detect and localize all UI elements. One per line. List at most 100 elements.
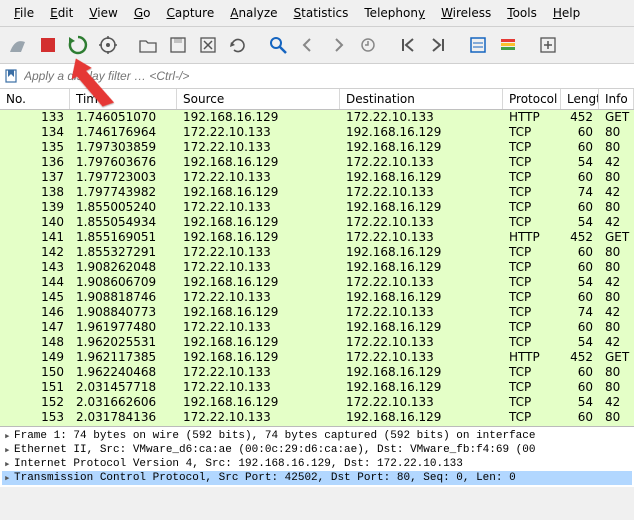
restart-capture-icon[interactable] bbox=[64, 31, 92, 59]
shark-fin-icon[interactable] bbox=[4, 31, 32, 59]
cell-protocol: TCP bbox=[503, 275, 561, 290]
packet-row[interactable]: 1381.797743982192.168.16.129172.22.10.13… bbox=[0, 185, 634, 200]
cell-protocol: HTTP bbox=[503, 230, 561, 245]
open-icon[interactable] bbox=[134, 31, 162, 59]
cell-protocol: TCP bbox=[503, 155, 561, 170]
cell-info: GET bbox=[599, 230, 634, 245]
col-header-no[interactable]: No. bbox=[0, 89, 70, 109]
menu-capture[interactable]: Capture bbox=[158, 4, 222, 22]
auto-scroll-icon[interactable] bbox=[464, 31, 492, 59]
menu-telephony[interactable]: Telephony bbox=[356, 4, 433, 22]
expand-triangle-icon[interactable]: ▸ bbox=[4, 457, 14, 471]
menu-wireless[interactable]: Wireless bbox=[433, 4, 499, 22]
zoom-in-icon[interactable] bbox=[534, 31, 562, 59]
cell-source: 172.22.10.133 bbox=[177, 380, 340, 395]
expand-triangle-icon[interactable]: ▸ bbox=[4, 471, 14, 485]
reload-icon[interactable] bbox=[224, 31, 252, 59]
packet-row[interactable]: 1471.961977480172.22.10.133192.168.16.12… bbox=[0, 320, 634, 335]
cell-time: 1.908818746 bbox=[70, 290, 177, 305]
col-header-info[interactable]: Info bbox=[599, 89, 634, 109]
packet-row[interactable]: 1331.746051070192.168.16.129172.22.10.13… bbox=[0, 110, 634, 125]
cell-info: 80 bbox=[599, 245, 634, 260]
menu-analyze[interactable]: Analyze bbox=[222, 4, 285, 22]
packet-row[interactable]: 1361.797603676192.168.16.129172.22.10.13… bbox=[0, 155, 634, 170]
menu-statistics[interactable]: Statistics bbox=[286, 4, 357, 22]
cell-length: 60 bbox=[561, 170, 599, 185]
cell-no: 150 bbox=[0, 365, 70, 380]
go-back-icon[interactable] bbox=[294, 31, 322, 59]
packet-row[interactable]: 1431.908262048172.22.10.133192.168.16.12… bbox=[0, 260, 634, 275]
cell-length: 74 bbox=[561, 185, 599, 200]
cell-no: 145 bbox=[0, 290, 70, 305]
capture-options-icon[interactable] bbox=[94, 31, 122, 59]
detail-text: Ethernet II, Src: VMware_d6:ca:ae (00:0c… bbox=[14, 444, 536, 456]
packet-list-header: No. Time Source Destination Protocol Len… bbox=[0, 89, 634, 110]
cell-destination: 172.22.10.133 bbox=[340, 395, 503, 410]
cell-source: 172.22.10.133 bbox=[177, 140, 340, 155]
cell-source: 172.22.10.133 bbox=[177, 170, 340, 185]
packet-row[interactable]: 1371.797723003172.22.10.133192.168.16.12… bbox=[0, 170, 634, 185]
packet-row[interactable]: 1491.962117385192.168.16.129172.22.10.13… bbox=[0, 350, 634, 365]
col-header-protocol[interactable]: Protocol bbox=[503, 89, 561, 109]
detail-frame[interactable]: ▸Frame 1: 74 bytes on wire (592 bits), 7… bbox=[2, 429, 632, 443]
packet-row[interactable]: 1391.855005240172.22.10.133192.168.16.12… bbox=[0, 200, 634, 215]
packet-list[interactable]: 1331.746051070192.168.16.129172.22.10.13… bbox=[0, 110, 634, 426]
packet-row[interactable]: 1401.855054934192.168.16.129172.22.10.13… bbox=[0, 215, 634, 230]
cell-protocol: TCP bbox=[503, 290, 561, 305]
cell-protocol: TCP bbox=[503, 410, 561, 425]
detail-ethernet[interactable]: ▸Ethernet II, Src: VMware_d6:ca:ae (00:0… bbox=[2, 443, 632, 457]
packet-details-pane[interactable]: ▸Frame 1: 74 bytes on wire (592 bits), 7… bbox=[0, 426, 634, 487]
cell-source: 192.168.16.129 bbox=[177, 335, 340, 350]
packet-row[interactable]: 1441.908606709192.168.16.129172.22.10.13… bbox=[0, 275, 634, 290]
menubar: FileEditViewGoCaptureAnalyzeStatisticsTe… bbox=[0, 0, 634, 27]
save-icon[interactable] bbox=[164, 31, 192, 59]
col-header-destination[interactable]: Destination bbox=[340, 89, 503, 109]
filter-bookmark-icon[interactable] bbox=[4, 69, 18, 83]
packet-row[interactable]: 1481.962025531192.168.16.129172.22.10.13… bbox=[0, 335, 634, 350]
cell-info: 80 bbox=[599, 380, 634, 395]
cell-protocol: TCP bbox=[503, 245, 561, 260]
detail-ip[interactable]: ▸Internet Protocol Version 4, Src: 192.1… bbox=[2, 457, 632, 471]
packet-row[interactable]: 1501.962240468172.22.10.133192.168.16.12… bbox=[0, 365, 634, 380]
cell-info: 80 bbox=[599, 290, 634, 305]
cell-info: GET bbox=[599, 110, 634, 125]
col-header-time[interactable]: Time bbox=[70, 89, 177, 109]
menu-view[interactable]: View bbox=[81, 4, 125, 22]
packet-row[interactable]: 1341.746176964172.22.10.133192.168.16.12… bbox=[0, 125, 634, 140]
menu-edit[interactable]: Edit bbox=[42, 4, 81, 22]
jump-icon[interactable] bbox=[354, 31, 382, 59]
col-header-length[interactable]: Length bbox=[561, 89, 599, 109]
colorize-icon[interactable] bbox=[494, 31, 522, 59]
close-file-icon[interactable] bbox=[194, 31, 222, 59]
packet-row[interactable]: 1451.908818746172.22.10.133192.168.16.12… bbox=[0, 290, 634, 305]
packet-row[interactable]: 1351.797303859172.22.10.133192.168.16.12… bbox=[0, 140, 634, 155]
toolbar bbox=[0, 27, 634, 64]
display-filter-input[interactable] bbox=[22, 67, 630, 85]
menu-go[interactable]: Go bbox=[126, 4, 159, 22]
packet-row[interactable]: 1421.855327291172.22.10.133192.168.16.12… bbox=[0, 245, 634, 260]
cell-time: 1.855005240 bbox=[70, 200, 177, 215]
go-forward-icon[interactable] bbox=[324, 31, 352, 59]
packet-row[interactable]: 1532.031784136172.22.10.133192.168.16.12… bbox=[0, 410, 634, 425]
cell-info: 80 bbox=[599, 260, 634, 275]
col-header-source[interactable]: Source bbox=[177, 89, 340, 109]
packet-row[interactable]: 1461.908840773192.168.16.129172.22.10.13… bbox=[0, 305, 634, 320]
go-last-icon[interactable] bbox=[424, 31, 452, 59]
go-first-icon[interactable] bbox=[394, 31, 422, 59]
cell-time: 2.031457718 bbox=[70, 380, 177, 395]
expand-triangle-icon[interactable]: ▸ bbox=[4, 443, 14, 457]
stop-capture-icon[interactable] bbox=[34, 31, 62, 59]
find-icon[interactable] bbox=[264, 31, 292, 59]
packet-row[interactable]: 1522.031662606192.168.16.129172.22.10.13… bbox=[0, 395, 634, 410]
packet-row[interactable]: 1512.031457718172.22.10.133192.168.16.12… bbox=[0, 380, 634, 395]
cell-destination: 192.168.16.129 bbox=[340, 260, 503, 275]
expand-triangle-icon[interactable]: ▸ bbox=[4, 429, 14, 443]
menu-file[interactable]: File bbox=[6, 4, 42, 22]
menu-tools[interactable]: Tools bbox=[499, 4, 545, 22]
cell-info: 42 bbox=[599, 395, 634, 410]
cell-no: 147 bbox=[0, 320, 70, 335]
cell-destination: 172.22.10.133 bbox=[340, 305, 503, 320]
packet-row[interactable]: 1411.855169051192.168.16.129172.22.10.13… bbox=[0, 230, 634, 245]
detail-tcp[interactable]: ▸Transmission Control Protocol, Src Port… bbox=[2, 471, 632, 485]
menu-help[interactable]: Help bbox=[545, 4, 588, 22]
